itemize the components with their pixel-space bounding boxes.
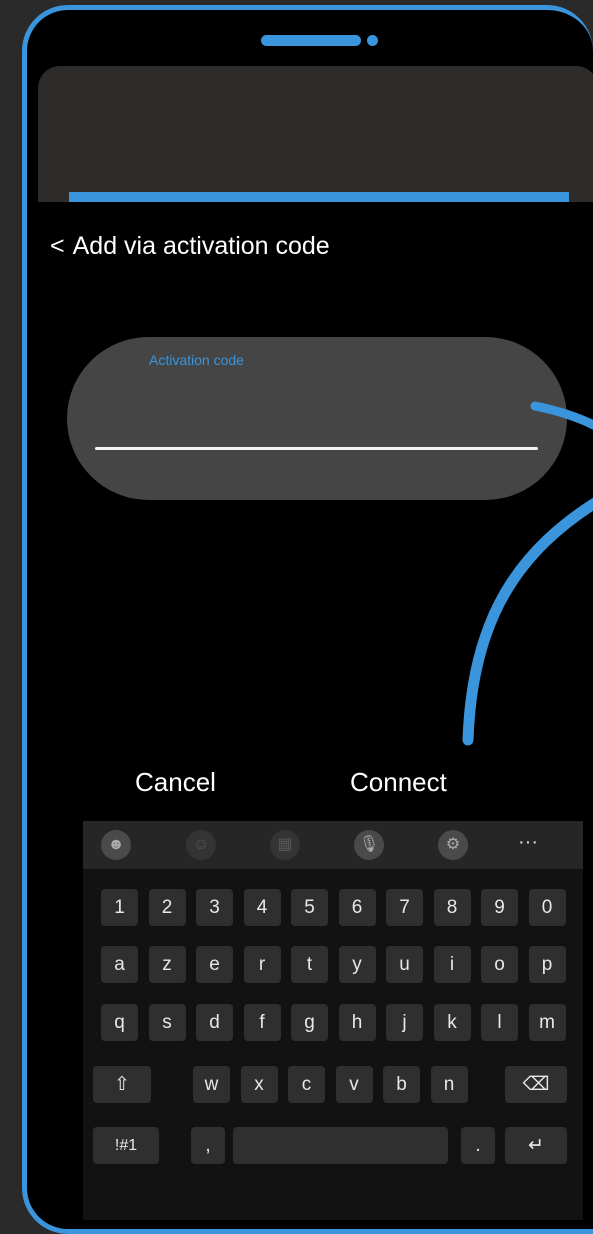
sticker-icon[interactable]: ☺ bbox=[186, 830, 216, 860]
period-key[interactable]: . bbox=[461, 1127, 495, 1164]
microphone-icon[interactable]: 🎙 bbox=[354, 830, 384, 860]
key-c[interactable]: c bbox=[288, 1066, 325, 1103]
key-j[interactable]: j bbox=[386, 1004, 423, 1041]
key-7[interactable]: 7 bbox=[386, 889, 423, 926]
key-v[interactable]: v bbox=[335, 1066, 373, 1103]
key-k[interactable]: k bbox=[433, 1004, 471, 1041]
key-i[interactable]: i bbox=[433, 946, 471, 983]
camera-dot bbox=[367, 35, 378, 46]
cancel-button[interactable]: Cancel bbox=[135, 767, 216, 798]
header-panel bbox=[38, 66, 593, 202]
key-g[interactable]: g bbox=[291, 1004, 328, 1041]
backspace-key[interactable]: ⌫ bbox=[505, 1066, 567, 1103]
connect-button[interactable]: Connect bbox=[350, 767, 447, 798]
onscreen-keyboard: ☻ ☺ ▦ 🎙 ⚙ ··· 1 2 3 4 5 6 7 8 9 0 a z e r t y u i o p q s d f g h j k l m ⇧… bbox=[83, 821, 583, 1220]
emoji-icon[interactable]: ☻ bbox=[101, 830, 131, 860]
spacebar-key[interactable] bbox=[233, 1127, 448, 1164]
key-d[interactable]: d bbox=[196, 1004, 233, 1041]
key-b[interactable]: b bbox=[383, 1066, 420, 1103]
speaker-notch bbox=[261, 35, 361, 46]
phone-frame: < Add via activation code Activation code… bbox=[22, 5, 593, 1234]
key-5[interactable]: 5 bbox=[291, 889, 328, 926]
key-q[interactable]: q bbox=[101, 1004, 138, 1041]
key-0[interactable]: 0 bbox=[528, 889, 566, 926]
header-accent-bar bbox=[69, 192, 569, 202]
back-chevron-icon[interactable]: < bbox=[50, 232, 65, 260]
key-4[interactable]: 4 bbox=[243, 889, 281, 926]
key-h[interactable]: h bbox=[338, 1004, 376, 1041]
key-r[interactable]: r bbox=[243, 946, 281, 983]
key-n[interactable]: n bbox=[430, 1066, 468, 1103]
page-title: Add via activation code bbox=[72, 232, 330, 260]
key-o[interactable]: o bbox=[481, 946, 518, 983]
comma-key[interactable]: , bbox=[191, 1127, 225, 1164]
key-p[interactable]: p bbox=[528, 946, 566, 983]
more-icon[interactable]: ··· bbox=[513, 830, 543, 860]
activation-code-input[interactable] bbox=[97, 423, 537, 445]
key-9[interactable]: 9 bbox=[481, 889, 518, 926]
key-z[interactable]: z bbox=[148, 946, 186, 983]
key-x[interactable]: x bbox=[240, 1066, 278, 1103]
activation-code-field[interactable]: Activation code bbox=[67, 337, 567, 500]
key-f[interactable]: f bbox=[243, 1004, 281, 1041]
key-w[interactable]: w bbox=[193, 1066, 230, 1103]
key-6[interactable]: 6 bbox=[338, 889, 376, 926]
shift-key[interactable]: ⇧ bbox=[93, 1066, 151, 1103]
key-u[interactable]: u bbox=[386, 946, 423, 983]
page-title-bar[interactable]: < Add via activation code bbox=[50, 232, 330, 261]
key-e[interactable]: e bbox=[196, 946, 233, 983]
keyboard-toolbar: ☻ ☺ ▦ 🎙 ⚙ ··· bbox=[83, 821, 583, 869]
symbols-key[interactable]: !#1 bbox=[93, 1127, 159, 1164]
enter-key[interactable]: ↵ bbox=[505, 1127, 567, 1164]
key-1[interactable]: 1 bbox=[101, 889, 138, 926]
activation-code-underline bbox=[95, 447, 538, 450]
key-8[interactable]: 8 bbox=[433, 889, 471, 926]
key-t[interactable]: t bbox=[291, 946, 328, 983]
key-s[interactable]: s bbox=[148, 1004, 186, 1041]
key-2[interactable]: 2 bbox=[148, 889, 186, 926]
activation-code-label: Activation code bbox=[149, 352, 244, 368]
gif-icon[interactable]: ▦ bbox=[270, 830, 300, 860]
key-l[interactable]: l bbox=[481, 1004, 518, 1041]
key-y[interactable]: y bbox=[338, 946, 376, 983]
key-a[interactable]: a bbox=[101, 946, 138, 983]
settings-icon[interactable]: ⚙ bbox=[438, 830, 468, 860]
key-m[interactable]: m bbox=[528, 1004, 566, 1041]
key-3[interactable]: 3 bbox=[196, 889, 233, 926]
